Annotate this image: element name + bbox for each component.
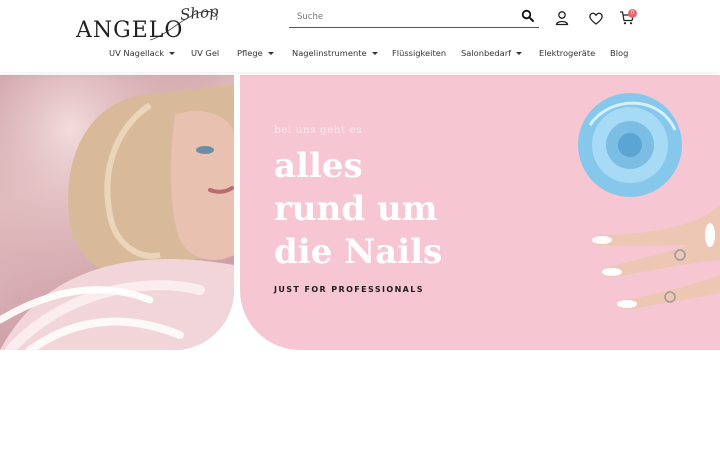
heart-icon[interactable]	[588, 10, 604, 26]
main-nav: UV Nagellack UV Gel Pflege Nagelinstrume…	[0, 48, 720, 66]
hero-subtitle: JUST FOR PROFESSIONALS	[274, 285, 424, 294]
nav-item-label: UV Nagellack	[109, 48, 165, 58]
nav-item-label: Salonbedarf	[461, 48, 512, 58]
hero-title-line: die Nails	[274, 232, 443, 272]
nav-item-pflege[interactable]: Pflege	[237, 48, 274, 58]
cart-count-badge: 0	[628, 9, 637, 18]
nav-item-nagelinstrumente[interactable]: Nagelinstrumente	[292, 48, 378, 58]
caret-down-icon	[371, 51, 378, 55]
blue-rose-icon	[578, 93, 682, 197]
site-header: ANGELO Shop 0 UV Nagellack UV Gel Pflege	[0, 0, 720, 72]
nav-item-label: Flüssigkeiten	[392, 48, 447, 58]
nav-item-blog[interactable]: Blog	[610, 48, 628, 58]
caret-down-icon	[169, 51, 176, 55]
hero-title-line: rund um	[274, 189, 438, 229]
nav-item-elektrogeraete[interactable]: Elektrogeräte	[539, 48, 595, 58]
hero-title: alles rund um die Nails	[274, 145, 474, 274]
hero-model-image	[0, 75, 234, 350]
caret-down-icon	[516, 51, 523, 55]
nav-item-uv-gel[interactable]: UV Gel	[191, 48, 219, 58]
nav-item-label: Nagelinstrumente	[292, 48, 367, 58]
search-input[interactable]	[297, 8, 517, 26]
logo-text: ANGELO	[76, 18, 184, 43]
caret-down-icon	[267, 51, 274, 55]
nav-item-fluessigkeiten[interactable]: Flüssigkeiten	[392, 48, 446, 58]
user-icon[interactable]	[554, 10, 570, 26]
model-illustration	[0, 75, 234, 350]
search-icon[interactable]	[521, 9, 535, 23]
nav-item-label: Blog	[610, 48, 629, 58]
nav-item-salonbedarf[interactable]: Salonbedarf	[461, 48, 523, 58]
nav-item-label: Pflege	[237, 48, 263, 58]
nav-item-uv-nagellack[interactable]: UV Nagellack	[109, 48, 176, 58]
rose-hand-illustration	[578, 93, 720, 310]
nav-item-label: Elektrogeräte	[539, 48, 596, 58]
logo[interactable]: ANGELO Shop	[76, 2, 228, 44]
search-bar	[289, 6, 539, 28]
hero-kicker: bei uns geht es	[274, 124, 363, 136]
hero-title-line: alles	[274, 146, 363, 186]
nav-item-label: UV Gel	[191, 48, 220, 58]
